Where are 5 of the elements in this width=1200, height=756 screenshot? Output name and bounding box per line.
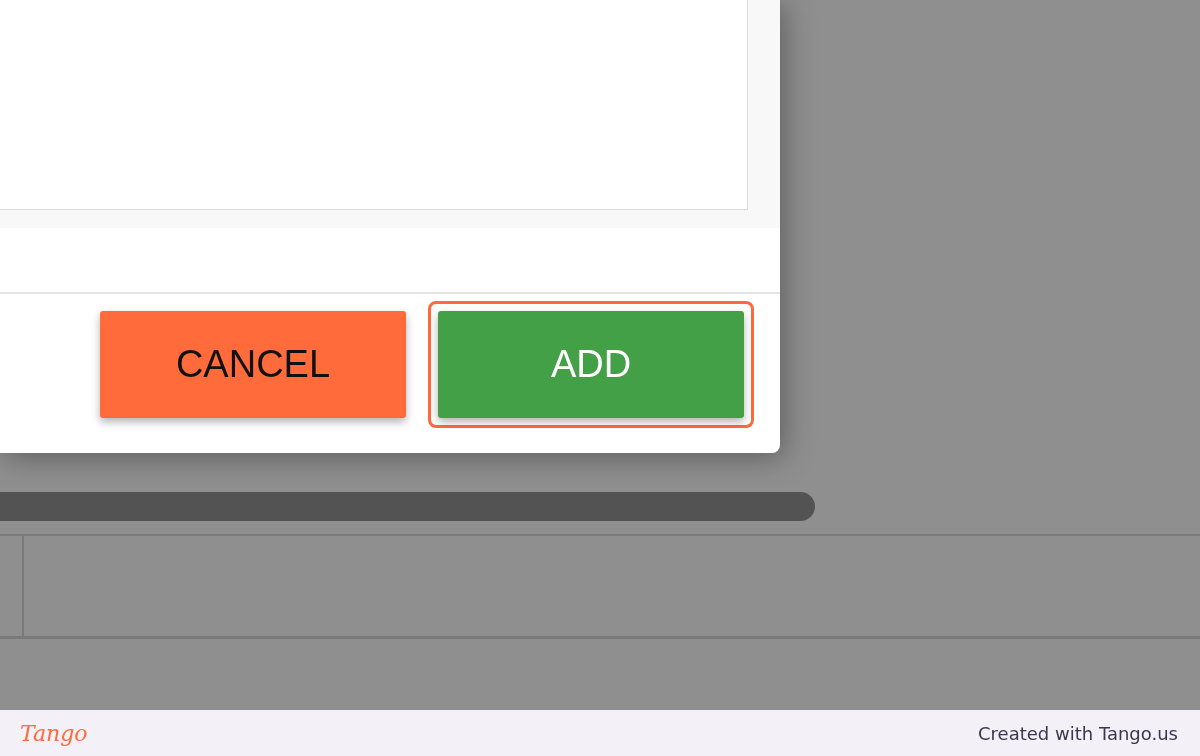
logo: Tango — [20, 720, 88, 746]
scrollbar[interactable] — [0, 492, 815, 521]
cancel-button[interactable]: CANCEL — [100, 311, 406, 418]
text-area[interactable] — [0, 0, 748, 210]
credit-text: Created with Tango.us — [978, 722, 1178, 744]
